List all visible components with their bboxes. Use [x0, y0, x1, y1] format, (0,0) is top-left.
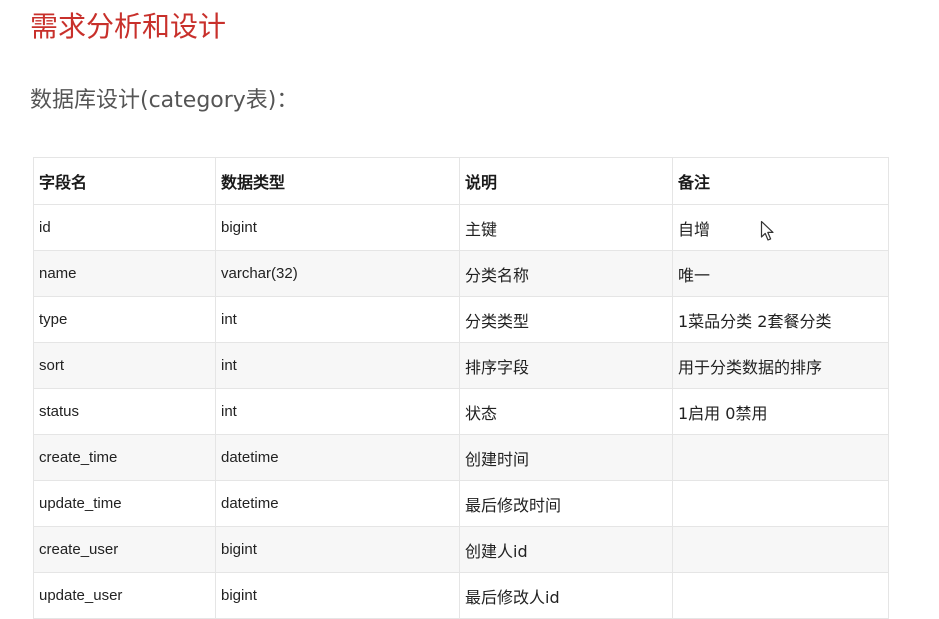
cell-data-type: int [215, 388, 460, 435]
cell-remarks [672, 526, 889, 573]
cell-data-type: bigint [215, 526, 460, 573]
cell-description: 最后修改时间 [459, 480, 673, 527]
cell-description: 状态 [459, 388, 673, 435]
cell-remarks: 唯一 [672, 250, 889, 297]
cell-field-name: update_time [33, 480, 216, 527]
table-header-row: 字段名 数据类型 说明 备注 [33, 157, 889, 205]
cell-data-type: datetime [215, 480, 460, 527]
cell-data-type: int [215, 296, 460, 343]
cell-field-name: name [33, 250, 216, 297]
cell-field-name: id [33, 204, 216, 251]
cell-description: 分类名称 [459, 250, 673, 297]
cell-description: 排序字段 [459, 342, 673, 389]
table-row: status int 状态 1启用 0禁用 [33, 388, 889, 435]
cell-data-type: varchar(32) [215, 250, 460, 297]
header-remarks: 备注 [672, 157, 889, 205]
cell-data-type: bigint [215, 204, 460, 251]
mouse-pointer-icon [760, 220, 774, 241]
table-row: create_time datetime 创建时间 [33, 434, 889, 481]
cell-remarks: 自增 [672, 204, 889, 251]
cell-field-name: create_time [33, 434, 216, 481]
table-row: update_time datetime 最后修改时间 [33, 480, 889, 527]
cell-remarks: 用于分类数据的排序 [672, 342, 889, 389]
table-row: sort int 排序字段 用于分类数据的排序 [33, 342, 889, 389]
cell-remarks [672, 572, 889, 619]
cell-description: 分类类型 [459, 296, 673, 343]
cell-data-type: bigint [215, 572, 460, 619]
header-data-type: 数据类型 [215, 157, 460, 205]
cell-field-name: sort [33, 342, 216, 389]
cell-remarks: 1菜品分类 2套餐分类 [672, 296, 889, 343]
cell-remarks [672, 480, 889, 527]
cell-remarks [672, 434, 889, 481]
cell-remarks: 1启用 0禁用 [672, 388, 889, 435]
header-field-name: 字段名 [33, 157, 216, 205]
cell-description: 主键 [459, 204, 673, 251]
page-title: 需求分析和设计 [30, 10, 227, 43]
cell-field-name: update_user [33, 572, 216, 619]
cell-data-type: datetime [215, 434, 460, 481]
cell-description: 创建人id [459, 526, 673, 573]
section-subtitle: 数据库设计(category表)： [30, 88, 299, 113]
cell-data-type: int [215, 342, 460, 389]
table-row: update_user bigint 最后修改人id [33, 572, 889, 619]
header-description: 说明 [459, 157, 673, 205]
cell-field-name: type [33, 296, 216, 343]
cell-description: 最后修改人id [459, 572, 673, 619]
table-row: name varchar(32) 分类名称 唯一 [33, 250, 889, 297]
cell-description: 创建时间 [459, 434, 673, 481]
table-row: create_user bigint 创建人id [33, 526, 889, 573]
cell-field-name: create_user [33, 526, 216, 573]
table-row: type int 分类类型 1菜品分类 2套餐分类 [33, 296, 889, 343]
cell-field-name: status [33, 388, 216, 435]
